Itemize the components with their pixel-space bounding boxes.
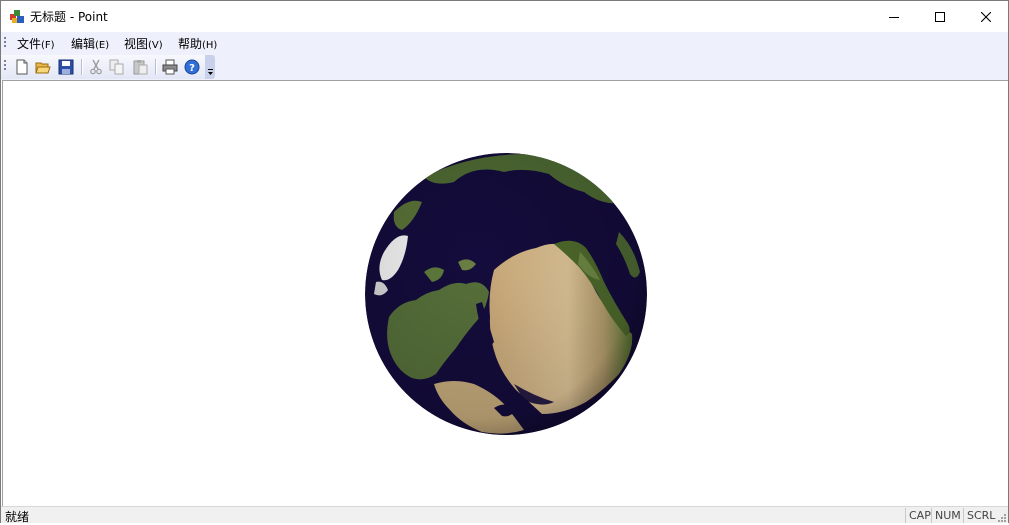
earth-globe-render (365, 153, 647, 435)
status-bar: 就绪 CAP NUM SCRL (1, 506, 1008, 524)
title-bar[interactable]: 无标题 - Point (1, 1, 1008, 32)
caps-lock-indicator: CAP (905, 508, 931, 523)
toolbar-strip (1, 55, 213, 79)
cut-icon (90, 59, 102, 75)
toolbar-overflow-button[interactable] (205, 55, 215, 79)
open-button[interactable] (34, 58, 52, 76)
scroll-lock-indicator: SCRL (963, 508, 995, 523)
status-text: 就绪 (5, 510, 30, 524)
toolbar: ? (1, 54, 1008, 80)
save-icon (58, 59, 74, 75)
print-icon (162, 59, 178, 75)
help-button[interactable]: ? (183, 58, 201, 76)
document-view[interactable] (2, 80, 1008, 506)
menu-edit[interactable]: 编辑(E) (71, 35, 109, 52)
toolbar-separator (155, 59, 157, 75)
size-grip-icon[interactable] (996, 512, 1006, 522)
chevron-down-icon (208, 69, 213, 75)
close-button[interactable] (963, 1, 1009, 32)
menu-help[interactable]: 帮助(H) (178, 35, 217, 52)
maximize-icon (935, 11, 945, 22)
open-icon (35, 62, 51, 74)
paste-icon (133, 60, 148, 75)
print-button[interactable] (161, 58, 179, 76)
close-icon (981, 11, 991, 22)
minimize-icon (889, 16, 899, 18)
minimize-button[interactable] (871, 1, 917, 32)
copy-icon (109, 59, 124, 75)
window-title: 无标题 - Point (30, 10, 108, 24)
application-window: 无标题 - Point 文件(F) 编辑(E) 视图(V) 帮助(H) ? 就绪… (0, 0, 1009, 524)
new-icon (16, 59, 28, 75)
help-icon: ? (184, 59, 200, 75)
menu-bar: 文件(F) 编辑(E) 视图(V) 帮助(H) (1, 32, 1008, 54)
maximize-button[interactable] (917, 1, 963, 32)
svg-text:?: ? (189, 63, 195, 74)
copy-button[interactable] (108, 58, 126, 76)
toolbar-separator (81, 59, 83, 75)
paste-button[interactable] (131, 58, 149, 76)
save-button[interactable] (57, 58, 75, 76)
toolbar-grip[interactable] (4, 60, 7, 72)
menu-view[interactable]: 视图(V) (124, 35, 163, 52)
cut-button[interactable] (87, 58, 105, 76)
menu-file[interactable]: 文件(F) (17, 35, 55, 52)
app-icon (10, 10, 24, 23)
num-lock-indicator: NUM (931, 508, 961, 523)
menubar-grip[interactable] (4, 37, 7, 49)
new-button[interactable] (13, 58, 31, 76)
